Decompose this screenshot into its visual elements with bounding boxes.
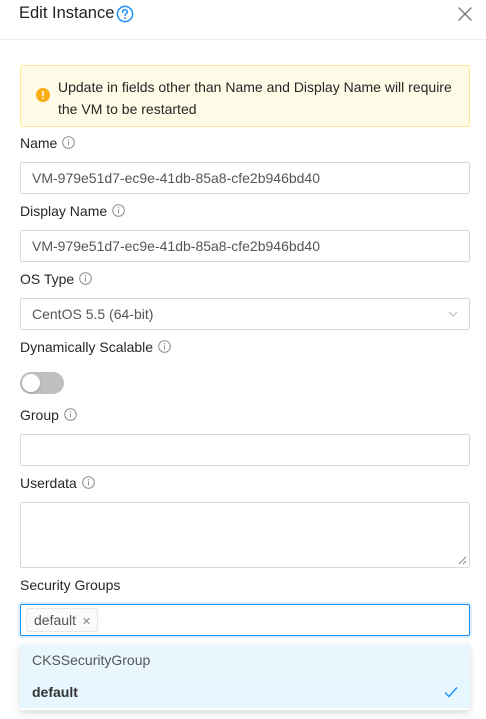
dynamically-scalable-toggle[interactable] bbox=[20, 372, 64, 394]
dialog-header: Edit Instance bbox=[0, 0, 486, 40]
userdata-label: Userdata bbox=[20, 475, 77, 491]
info-circle-icon[interactable] bbox=[64, 408, 77, 421]
userdata-label-row: Userdata bbox=[20, 475, 95, 491]
tag-label: default bbox=[34, 612, 77, 628]
display-name-label-row: Display Name bbox=[20, 203, 125, 219]
exclamation-circle-icon bbox=[36, 88, 50, 102]
toggle-knob bbox=[22, 374, 40, 392]
close-icon[interactable]: ✕ bbox=[82, 611, 91, 633]
userdata-textarea[interactable] bbox=[20, 502, 470, 568]
security-groups-select[interactable]: default ✕ bbox=[20, 604, 470, 636]
name-label-row: Name bbox=[20, 135, 76, 151]
os-type-label-row: OS Type bbox=[20, 271, 93, 287]
group-label: Group bbox=[20, 407, 59, 423]
check-icon bbox=[444, 687, 458, 698]
dropdown-option-cks-security-group[interactable]: CKSSecurityGroup bbox=[20, 644, 470, 676]
os-type-label: OS Type bbox=[20, 271, 75, 287]
question-circle-icon[interactable] bbox=[116, 5, 134, 23]
os-type-value: CentOS 5.5 (64-bit) bbox=[32, 306, 154, 322]
selected-tag-default: default ✕ bbox=[26, 608, 99, 633]
group-input[interactable] bbox=[20, 434, 470, 466]
resize-grip-icon[interactable] bbox=[458, 556, 467, 565]
name-label: Name bbox=[20, 135, 58, 151]
security-groups-dropdown: CKSSecurityGroup default bbox=[20, 644, 470, 710]
dynamically-scalable-label: Dynamically Scalable bbox=[20, 339, 154, 355]
display-name-label: Display Name bbox=[20, 203, 108, 219]
info-circle-icon[interactable] bbox=[112, 204, 125, 217]
alert-message: Update in fields other than Name and Dis… bbox=[58, 79, 452, 117]
group-label-row: Group bbox=[20, 407, 77, 423]
security-groups-label: Security Groups bbox=[20, 577, 121, 593]
dynamically-scalable-label-row: Dynamically Scalable bbox=[20, 339, 171, 355]
display-name-input[interactable]: VM-979e51d7-ec9e-41db-85a8-cfe2b946bd40 bbox=[20, 230, 470, 262]
info-circle-icon[interactable] bbox=[79, 272, 93, 285]
name-input[interactable]: VM-979e51d7-ec9e-41db-85a8-cfe2b946bd40 bbox=[20, 162, 470, 194]
close-icon[interactable] bbox=[457, 6, 473, 22]
info-circle-icon[interactable] bbox=[82, 476, 95, 489]
info-circle-icon[interactable] bbox=[158, 340, 171, 353]
dropdown-option-default[interactable]: default bbox=[20, 676, 470, 708]
chevron-down-icon bbox=[448, 311, 458, 317]
os-type-select[interactable]: CentOS 5.5 (64-bit) bbox=[20, 298, 470, 330]
option-label: CKSSecurityGroup bbox=[32, 652, 151, 668]
dialog-title: Edit Instance bbox=[19, 4, 115, 22]
info-circle-icon[interactable] bbox=[62, 136, 76, 149]
restart-warning-alert: Update in fields other than Name and Dis… bbox=[20, 65, 470, 127]
option-label: default bbox=[32, 684, 78, 700]
